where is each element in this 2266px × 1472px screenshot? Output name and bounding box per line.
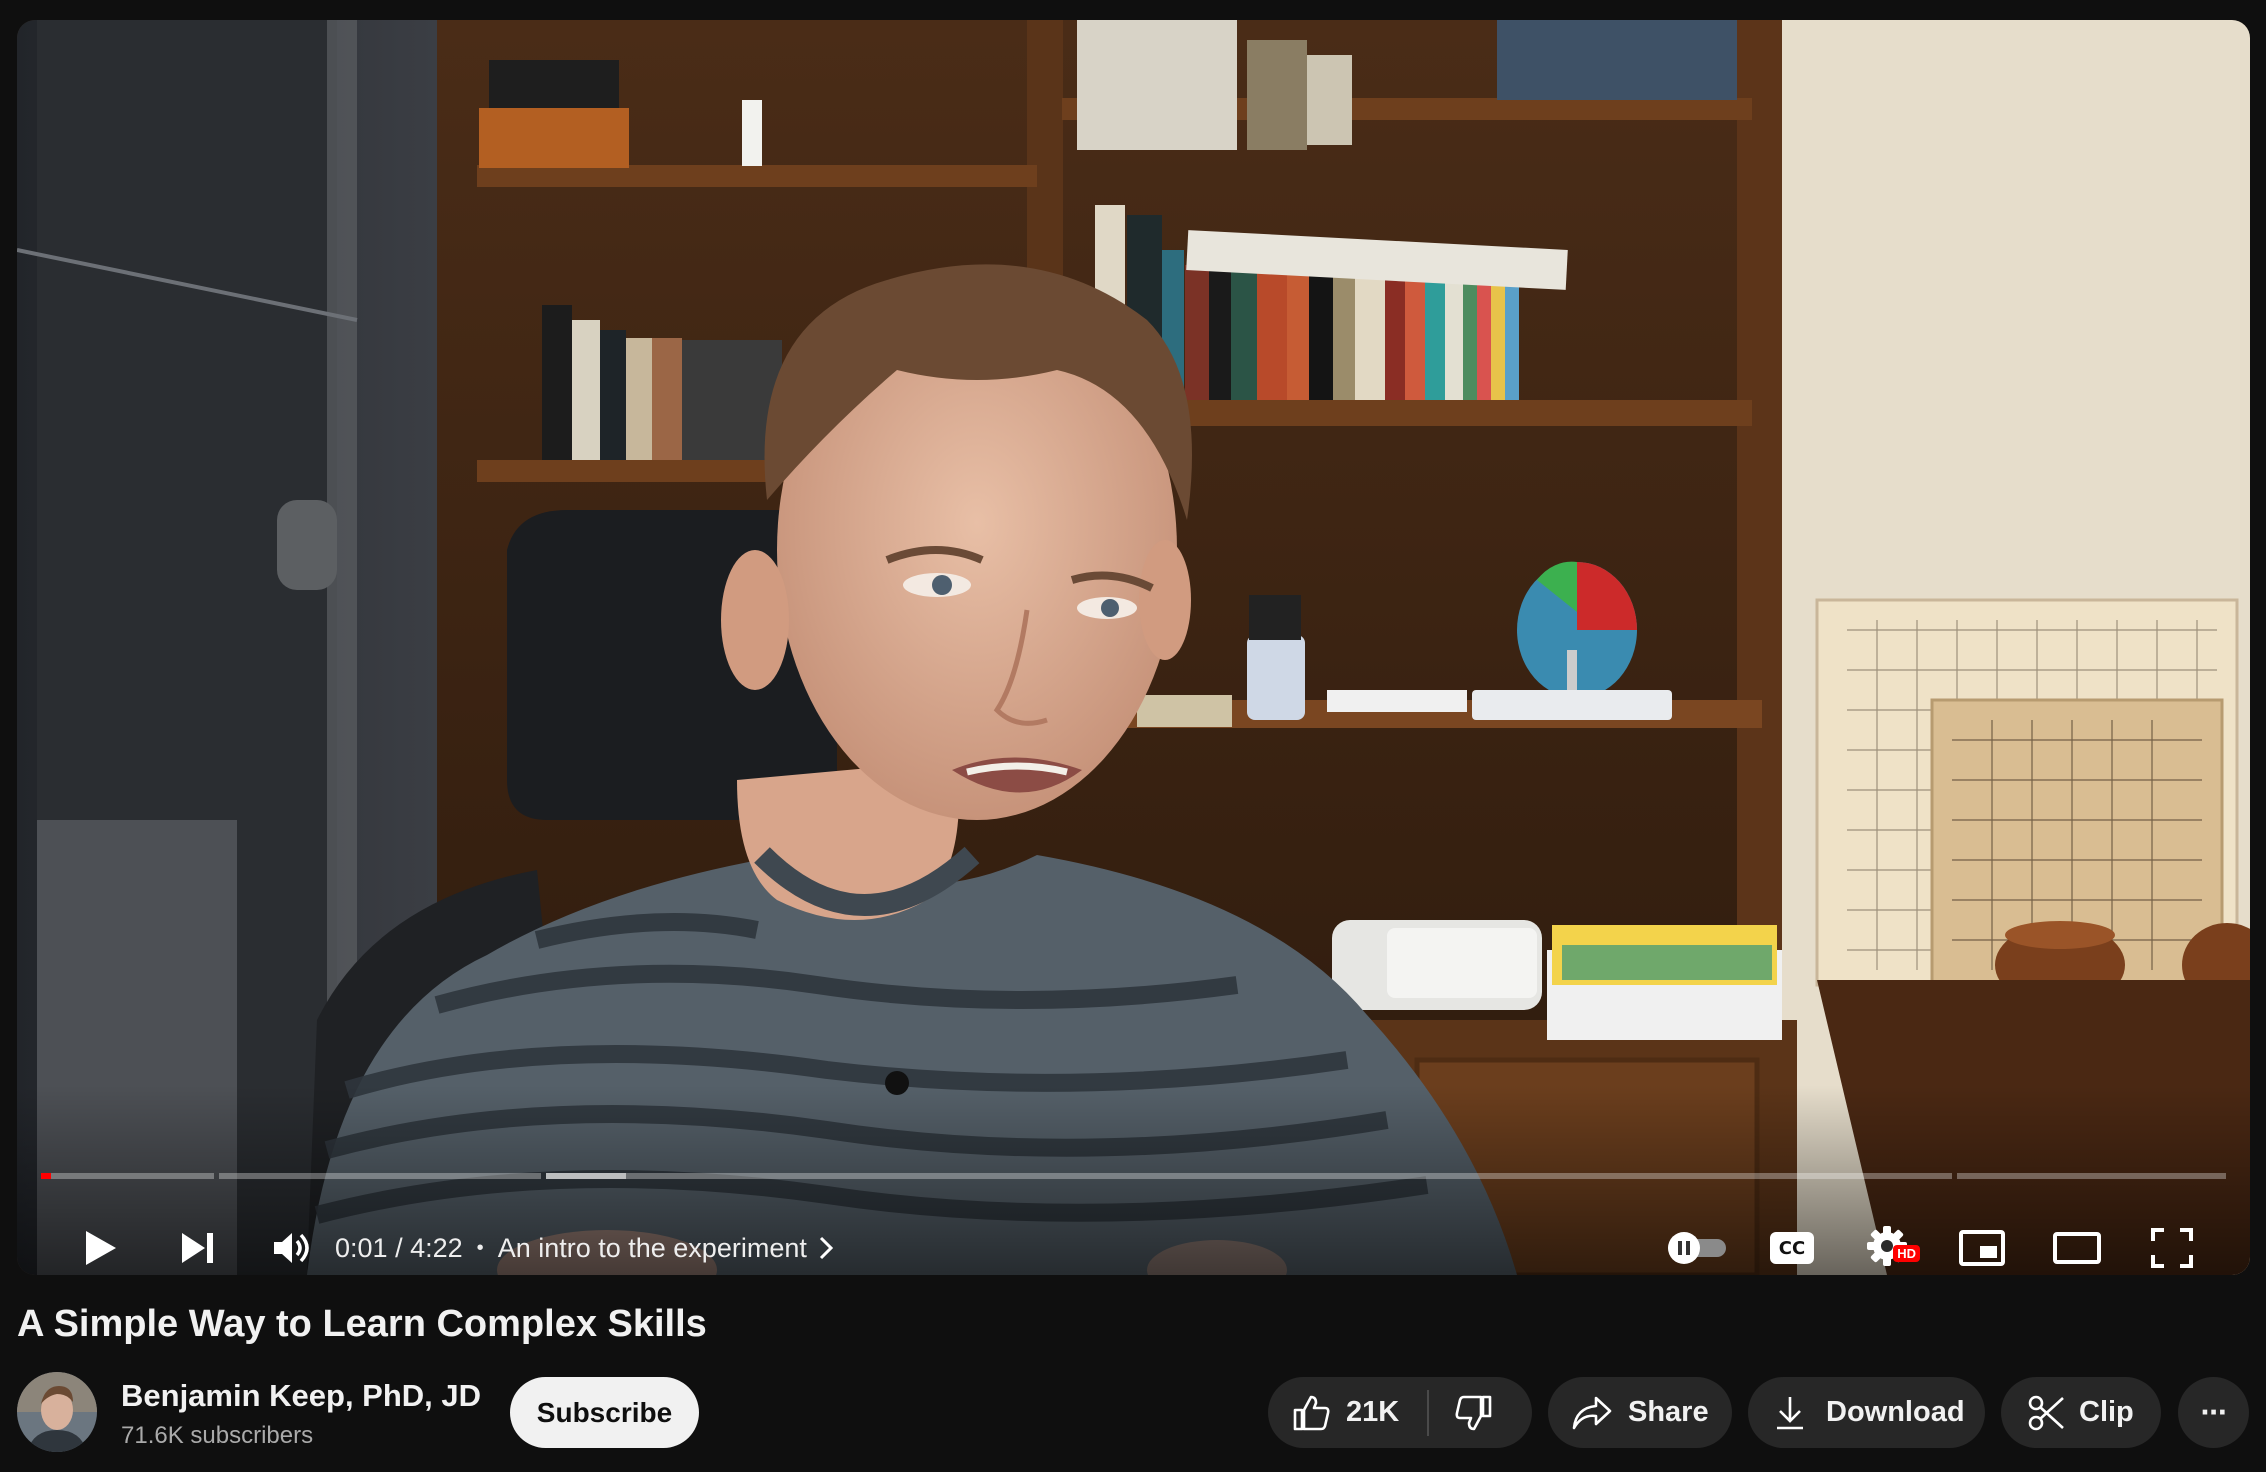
miniplayer-icon bbox=[1959, 1230, 2005, 1266]
clip-label: Clip bbox=[2079, 1396, 2134, 1428]
share-label: Share bbox=[1628, 1396, 1709, 1428]
settings-icon-wrap: HD bbox=[1866, 1225, 1920, 1272]
chapter-segment[interactable] bbox=[1957, 1173, 2226, 1179]
chapter-segment[interactable] bbox=[219, 1173, 541, 1179]
autoplay-toggle[interactable] bbox=[1657, 1198, 1737, 1275]
player-controls: 0:01 / 4:22 • An intro to the experiment… bbox=[17, 1198, 2250, 1275]
thumbs-down-icon bbox=[1455, 1395, 1492, 1430]
chapter-title: An intro to the experiment bbox=[497, 1232, 807, 1263]
chapter-segment[interactable] bbox=[546, 1173, 1952, 1179]
subscriber-count: 71.6K subscribers bbox=[121, 1422, 314, 1449]
channel-name[interactable]: Benjamin Keep, PhD, JD bbox=[121, 1378, 481, 1414]
scissors-icon bbox=[2028, 1395, 2064, 1430]
avatar-image bbox=[17, 1372, 97, 1452]
theater-icon bbox=[2053, 1232, 2101, 1264]
captions-icon: CC bbox=[1770, 1232, 1814, 1264]
like-button[interactable]: 21K bbox=[1268, 1377, 1427, 1448]
captions-button[interactable]: CC bbox=[1752, 1198, 1832, 1275]
more-icon: ··· bbox=[2200, 1394, 2229, 1430]
time-separator: / bbox=[395, 1232, 403, 1263]
mute-button[interactable] bbox=[253, 1198, 333, 1275]
settings-button[interactable]: HD bbox=[1847, 1198, 1927, 1275]
volume-icon bbox=[274, 1233, 309, 1263]
like-dislike-group: 21K bbox=[1268, 1377, 1532, 1448]
time-display: 0:01 / 4:22 • An intro to the experiment bbox=[335, 1198, 833, 1275]
autoplay-toggle-icon bbox=[1668, 1232, 1726, 1264]
theater-button[interactable] bbox=[2037, 1198, 2117, 1275]
current-time: 0:01 bbox=[335, 1232, 388, 1263]
dislike-button[interactable] bbox=[1429, 1377, 1517, 1448]
miniplayer-button[interactable] bbox=[1942, 1198, 2022, 1275]
duration: 4:22 bbox=[410, 1232, 463, 1263]
download-icon bbox=[1777, 1396, 1803, 1429]
clip-button[interactable]: Clip bbox=[2001, 1377, 2161, 1448]
chevron-right-icon bbox=[819, 1236, 833, 1260]
fullscreen-icon bbox=[2151, 1228, 2193, 1268]
thumbs-up-icon bbox=[1293, 1395, 1330, 1430]
play-icon bbox=[86, 1231, 116, 1265]
play-button[interactable] bbox=[61, 1198, 141, 1275]
next-icon bbox=[182, 1233, 213, 1263]
share-button[interactable]: Share bbox=[1548, 1377, 1732, 1448]
subscribe-button[interactable]: Subscribe bbox=[510, 1377, 699, 1448]
download-button[interactable]: Download bbox=[1748, 1377, 1985, 1448]
progress-played bbox=[41, 1173, 51, 1179]
fullscreen-button[interactable] bbox=[2132, 1198, 2212, 1275]
chapter-dot: • bbox=[476, 1236, 484, 1259]
chapter-segment[interactable] bbox=[41, 1173, 214, 1179]
like-count: 21K bbox=[1346, 1396, 1400, 1428]
chapter-button[interactable]: An intro to the experiment bbox=[498, 1233, 833, 1264]
progress-buffer bbox=[546, 1173, 626, 1179]
hd-badge: HD bbox=[1893, 1244, 1920, 1262]
share-icon bbox=[1572, 1396, 1612, 1429]
progress-bar[interactable] bbox=[41, 1173, 2226, 1179]
video-player[interactable]: 0:01 / 4:22 • An intro to the experiment… bbox=[17, 20, 2250, 1275]
more-actions-button[interactable]: ··· bbox=[2178, 1377, 2249, 1448]
video-title: A Simple Way to Learn Complex Skills bbox=[17, 1303, 707, 1345]
avatar[interactable] bbox=[17, 1372, 97, 1452]
next-button[interactable] bbox=[157, 1198, 237, 1275]
download-label: Download bbox=[1826, 1396, 1965, 1428]
